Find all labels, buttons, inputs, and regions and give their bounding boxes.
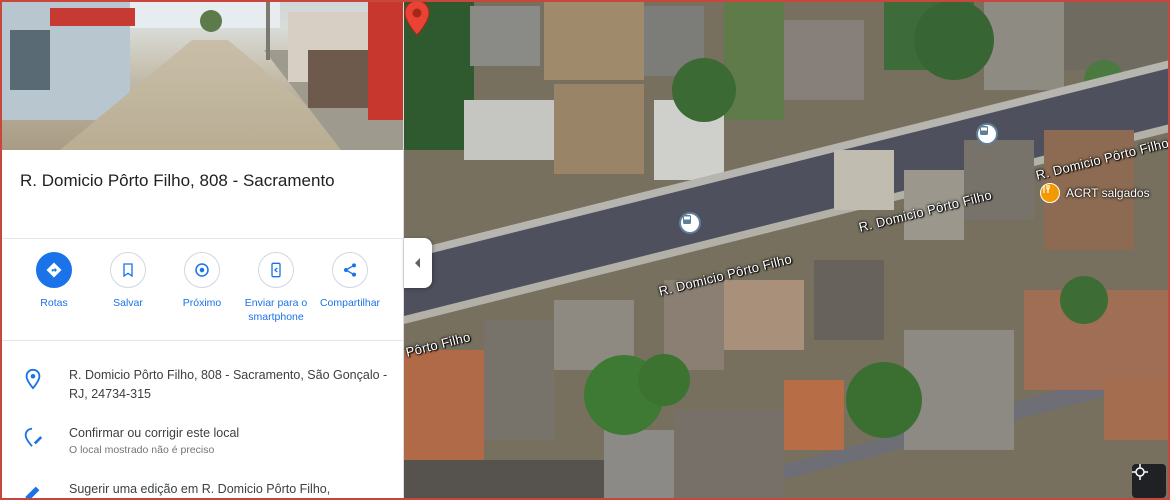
pencil-icon bbox=[25, 486, 40, 500]
crosshair-icon bbox=[1132, 464, 1148, 480]
send-to-phone-icon bbox=[271, 262, 281, 278]
place-title: R. Domicio Pôrto Filho, 808 - Sacramento bbox=[20, 171, 335, 190]
bus-stop-marker[interactable] bbox=[976, 123, 998, 145]
nearby-icon bbox=[195, 263, 209, 277]
divider bbox=[0, 340, 403, 341]
directions-label: Rotas bbox=[40, 297, 68, 309]
save-label: Salvar bbox=[113, 297, 143, 309]
confirm-location-text: Confirmar ou corrigir este local O local… bbox=[69, 424, 389, 458]
satellite-imagery bbox=[404, 0, 1170, 500]
share-icon bbox=[344, 263, 356, 277]
collapse-panel-button[interactable] bbox=[404, 238, 432, 288]
send-to-phone-label: Enviar para o smartphone bbox=[244, 297, 308, 323]
bus-icon bbox=[980, 126, 988, 135]
save-icon bbox=[123, 263, 133, 278]
bus-icon bbox=[683, 215, 691, 224]
save-button[interactable]: Salvar bbox=[88, 252, 168, 310]
confirm-location-subtitle: O local mostrado não é preciso bbox=[69, 444, 215, 456]
nearby-button[interactable]: Próximo bbox=[162, 252, 242, 310]
divider bbox=[0, 238, 403, 239]
directions-button[interactable]: Rotas bbox=[14, 252, 94, 310]
street-view-photo[interactable] bbox=[0, 0, 403, 150]
edit-location-icon bbox=[24, 427, 43, 447]
bus-stop-marker[interactable] bbox=[679, 212, 701, 234]
share-button[interactable]: Compartilhar bbox=[310, 252, 390, 310]
map-control-button[interactable] bbox=[1132, 464, 1166, 498]
confirm-location-title: Confirmar ou corrigir este local bbox=[69, 426, 240, 440]
poi-label[interactable]: ACRT salgados bbox=[1066, 186, 1150, 200]
share-label: Compartilhar bbox=[319, 297, 381, 309]
poi-marker[interactable] bbox=[1040, 183, 1060, 203]
send-to-phone-button[interactable]: Enviar para o smartphone bbox=[236, 252, 316, 324]
location-pin-icon[interactable] bbox=[404, 0, 430, 36]
location-pin-icon bbox=[25, 368, 41, 390]
action-bar: Rotas Salvar Próximo Enviar para o smart… bbox=[0, 252, 403, 324]
nearby-label: Próximo bbox=[182, 297, 222, 309]
food-icon bbox=[1043, 185, 1050, 193]
directions-icon bbox=[46, 262, 62, 278]
place-panel: R. Domicio Pôrto Filho, 808 - Sacramento… bbox=[0, 0, 404, 500]
suggest-edit-text: Sugerir uma edição em R. Domicio Pôrto F… bbox=[69, 482, 331, 496]
chevron-left-icon bbox=[415, 258, 420, 268]
address-text: R. Domicio Pôrto Filho, 808 - Sacramento… bbox=[69, 368, 388, 401]
satellite-map[interactable]: R. Domicio Pôrto Filho R. Domicio Pôrto … bbox=[404, 0, 1170, 500]
